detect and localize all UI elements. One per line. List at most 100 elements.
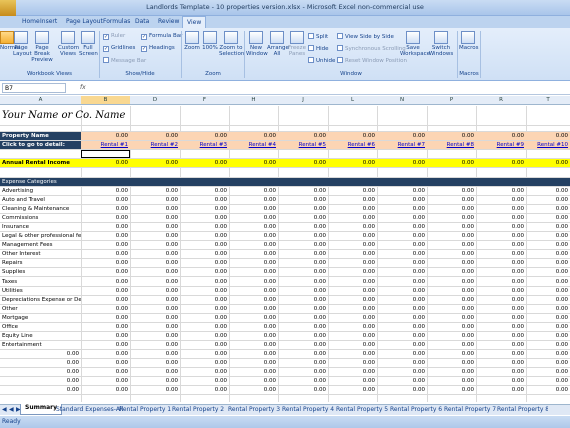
expense-cell[interactable]: 0.00 [229,250,278,258]
property-name-cell[interactable]: 0.00 [476,132,526,140]
expense-cell[interactable]: 0.00 [180,377,229,385]
expense-category-label[interactable]: Taxes [0,278,81,286]
expense-category-label[interactable]: Commissions [0,214,81,222]
sheet-tab[interactable]: Rental Property 6 [390,406,442,413]
column-header[interactable]: D [130,97,180,103]
expense-category-label[interactable]: Mortgage [0,314,81,322]
expense-cell[interactable]: 0.00 [377,187,427,195]
sheet-tab[interactable]: Rental Property 4 [282,406,334,413]
expense-cell[interactable]: 0.00 [476,287,526,295]
prev-sheet-icon[interactable]: ◀ [9,406,14,413]
expense-cell[interactable]: 0.00 [278,341,328,349]
expense-cell[interactable]: 0.00 [130,296,180,304]
hide-button[interactable]: Hide [308,45,329,52]
expense-category-label[interactable]: Other Interest [0,250,81,258]
expense-cell[interactable]: 0.00 [377,205,427,213]
expense-cell[interactable]: 0.00 [427,332,476,340]
expense-cell[interactable]: 0.00 [180,287,229,295]
expense-cell[interactable]: 0.00 [377,341,427,349]
expense-cell[interactable]: 0.00 [526,287,570,295]
expense-cell[interactable]: 0.00 [427,323,476,331]
zoom-button[interactable]: Zoom [184,31,200,51]
expense-cell[interactable]: 0.00 [476,250,526,258]
expense-cell[interactable]: 0.00 [130,323,180,331]
expense-cell[interactable]: 0.00 [130,377,180,385]
expense-cell[interactable]: 0.00 [377,287,427,295]
expense-cell[interactable]: 0.00 [229,205,278,213]
expense-cell[interactable]: 0.00 [81,250,130,258]
expense-cell[interactable]: 0.00 [377,323,427,331]
tab-view[interactable]: View [182,16,207,28]
expense-cell[interactable]: 0.00 [229,377,278,385]
expense-cell[interactable]: 0.00 [130,214,180,222]
expense-cell[interactable]: 0.00 [81,350,130,358]
property-name-cell[interactable]: 0.00 [526,132,570,140]
expense-cell[interactable]: 0.00 [476,196,526,204]
split-button[interactable]: Split [308,33,328,40]
expense-cell[interactable]: 0.00 [328,314,377,322]
expense-cell[interactable]: 0.00 [229,368,278,376]
tab-data[interactable]: Data [135,18,149,25]
expense-category-label[interactable]: Supplies [0,268,81,276]
income-cell[interactable]: 0.00 [328,159,377,167]
fx-icon[interactable]: fx [80,84,86,91]
expense-cell[interactable]: 0.00 [229,196,278,204]
tab-formulas[interactable]: Formulas [103,18,130,25]
income-cell[interactable]: 0.00 [229,159,278,167]
rental-link[interactable]: Rental #10 [526,141,570,149]
rental-link[interactable]: Rental #5 [278,141,328,149]
expense-cell[interactable]: 0.00 [526,259,570,267]
expense-cell[interactable]: 0.00 [180,341,229,349]
expense-cell[interactable]: 0.00 [81,341,130,349]
expense-cell[interactable]: 0.00 [278,268,328,276]
expense-cell[interactable]: 0.00 [130,332,180,340]
expense-cell[interactable]: 0.00 [526,223,570,231]
expense-cell[interactable]: 0.00 [328,305,377,313]
tab-home[interactable]: Home [22,18,40,25]
sheet-tab[interactable]: Rental Property 2 [172,406,224,413]
expense-cell[interactable]: 0.00 [476,241,526,249]
expense-cell[interactable]: 0.00 [229,223,278,231]
expense-cell[interactable]: 0.00 [427,296,476,304]
expense-cell[interactable]: 0.00 [427,287,476,295]
expense-cell[interactable]: 0.00 [476,223,526,231]
expense-cell[interactable]: 0.00 [377,241,427,249]
expense-cell[interactable]: 0.00 [526,323,570,331]
expense-cell[interactable]: 0.00 [476,377,526,385]
expense-cell[interactable]: 0.00 [229,359,278,367]
tab-review[interactable]: Review [158,18,179,25]
expense-cell[interactable]: 0.00 [377,368,427,376]
property-name-label[interactable]: Property Name [0,132,81,140]
zoom-to-selection-button[interactable]: Zoom to Selection [219,31,244,57]
save-workspace-button[interactable]: Save Workspace [400,31,430,57]
expense-cell[interactable]: 0.00 [377,314,427,322]
expense-cell[interactable]: 0.00 [81,223,130,231]
expense-cell[interactable]: 0.00 [476,332,526,340]
expense-cell[interactable]: 0.00 [229,214,278,222]
expense-cell[interactable]: 0.00 [427,205,476,213]
expense-cell[interactable]: 0.00 [328,332,377,340]
expense-cell[interactable]: 0.00 [229,305,278,313]
full-screen-button[interactable]: Full Screen [79,31,98,57]
expense-cell[interactable]: 0.00 [476,296,526,304]
expense-cell[interactable]: 0.00 [278,368,328,376]
expense-category-label[interactable]: Equity Line [0,332,81,340]
expense-cell[interactable]: 0.00 [427,268,476,276]
expense-cell[interactable]: 0.00 [130,341,180,349]
expense-cell[interactable]: 0.00 [180,386,229,394]
rental-link[interactable]: Rental #3 [180,141,229,149]
expense-cell[interactable]: 0.00 [130,278,180,286]
expense-cell[interactable]: 0.00 [180,205,229,213]
name-box[interactable]: B7 [2,83,66,93]
expense-cell[interactable]: 0.00 [328,223,377,231]
expense-cell[interactable]: 0.00 [81,359,130,367]
expense-cell[interactable]: 0.00 [377,332,427,340]
expense-cell[interactable]: 0.00 [278,250,328,258]
expense-cell[interactable]: 0.00 [130,196,180,204]
expense-cell[interactable]: 0.00 [377,259,427,267]
income-cell[interactable]: 0.00 [130,159,180,167]
expense-cell[interactable]: 0.00 [81,259,130,267]
expense-cell[interactable]: 0.00 [81,278,130,286]
column-header[interactable]: J [278,97,328,103]
expense-cell[interactable]: 0.00 [229,332,278,340]
